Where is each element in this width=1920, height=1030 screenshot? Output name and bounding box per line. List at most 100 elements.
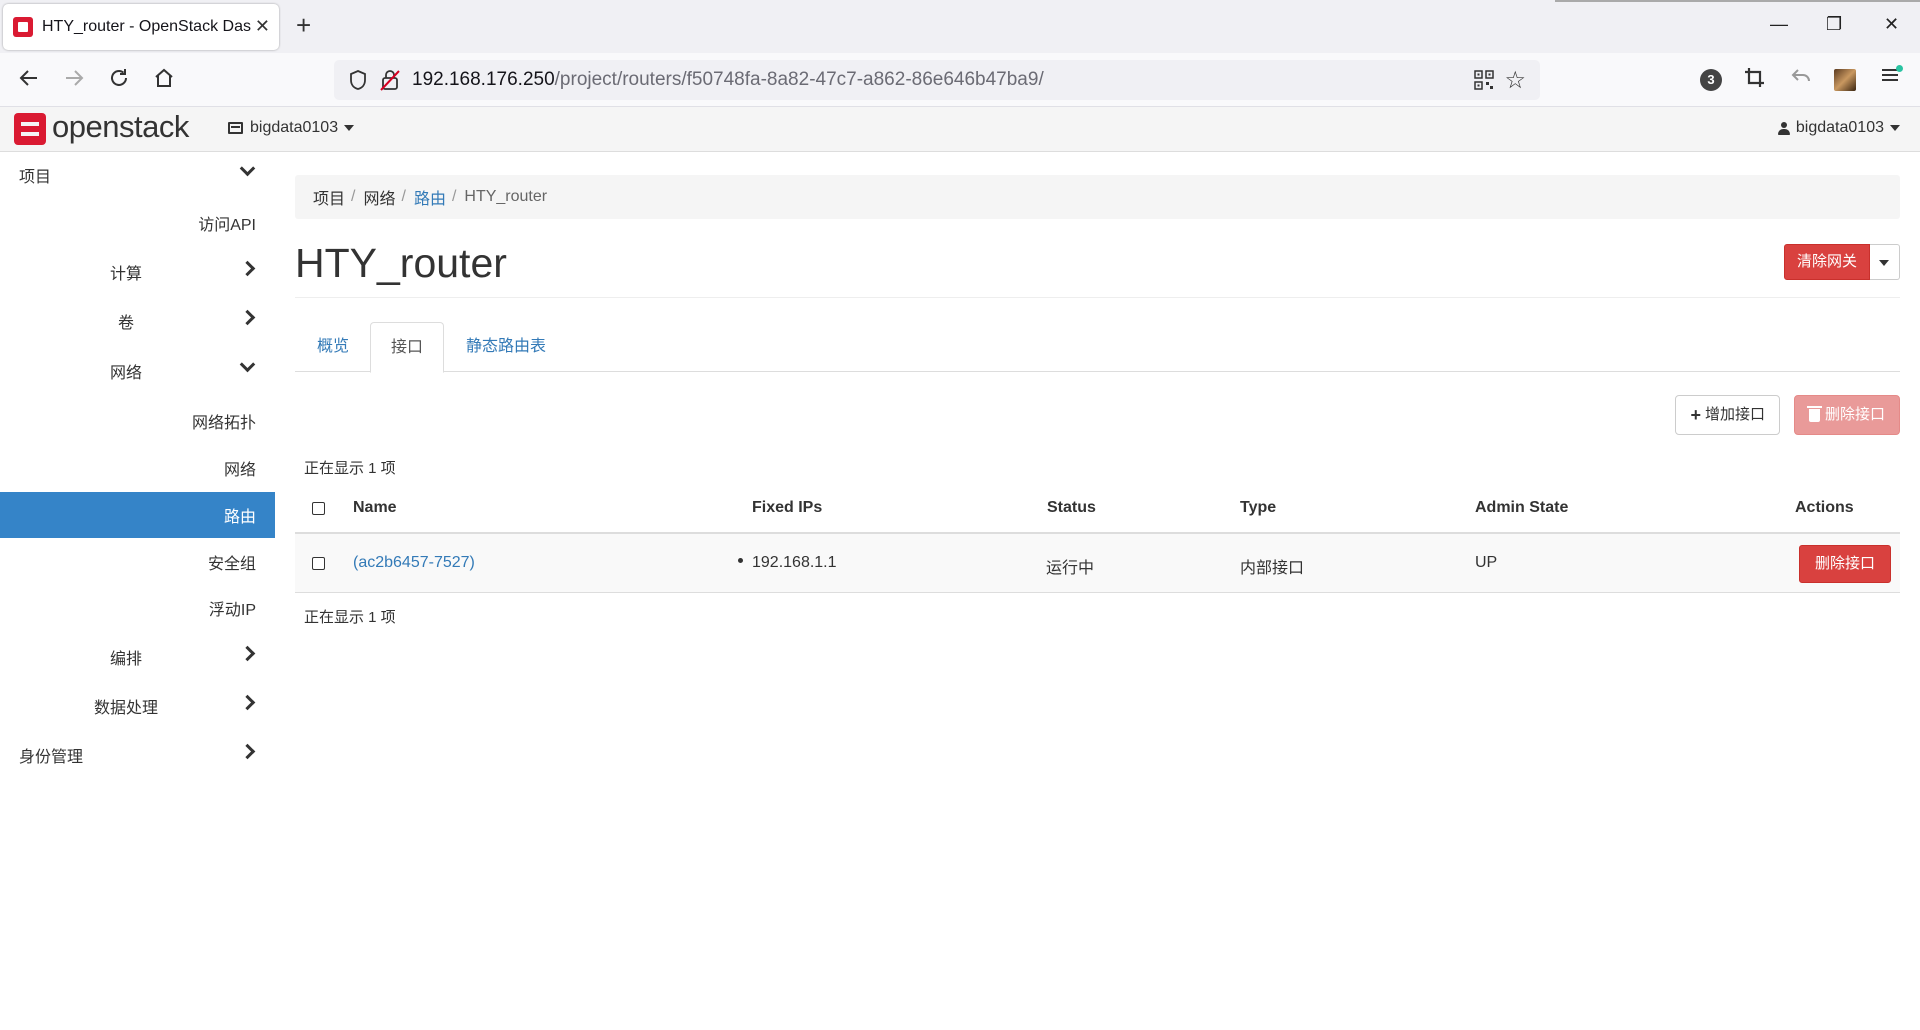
sidebar-item-orchestration[interactable]: 编排 bbox=[0, 634, 275, 680]
bookmark-star-icon[interactable]: ☆ bbox=[1504, 66, 1526, 95]
sidebar-item-label: 路由 bbox=[223, 509, 256, 526]
item-count-top: 正在显示 1 项 bbox=[304, 460, 396, 477]
forward-arrow-icon[interactable] bbox=[63, 67, 85, 94]
delete-interfaces-button[interactable]: 删除接口 bbox=[1793, 395, 1900, 435]
column-header-type[interactable]: Type bbox=[1240, 499, 1276, 517]
gateway-button-group: 清除网关 bbox=[1783, 244, 1900, 280]
close-tab-icon[interactable]: ✕ bbox=[255, 16, 270, 37]
plus-icon: + bbox=[1690, 405, 1701, 425]
table-row: (ac2b6457-7527) 192.168.1.1 运行中 内部接口 UP … bbox=[295, 534, 1900, 593]
router-tabs: 概览 接口 静态路由表 bbox=[295, 322, 1900, 373]
sidebar-item-label: 项目 bbox=[19, 169, 52, 186]
browser-nav-bar: 192.168.176.250/project/routers/f50748fa… bbox=[0, 53, 1920, 107]
select-all-checkbox[interactable] bbox=[312, 502, 325, 515]
window-accent-line bbox=[1555, 0, 1920, 2]
restore-icon[interactable]: ❐ bbox=[1826, 14, 1842, 35]
breadcrumb-separator: / bbox=[451, 188, 457, 205]
sidebar-item-network-topology[interactable]: 网络拓扑 bbox=[0, 398, 275, 444]
sidebar-item-api-access[interactable]: 访问API bbox=[0, 200, 275, 246]
trash-icon bbox=[1806, 405, 1822, 422]
column-header-fixed-ips[interactable]: Fixed IPs bbox=[752, 499, 822, 517]
breadcrumb-item-routers[interactable]: 路由 bbox=[414, 185, 446, 209]
breadcrumb: 项目 / 网络 / 路由 / HTY_router bbox=[295, 175, 1900, 219]
sidebar-item-label: 卷 bbox=[118, 315, 135, 332]
table-header: Name Fixed IPs Status Type Admin State A… bbox=[295, 484, 1900, 534]
openstack-favicon-icon bbox=[13, 17, 33, 37]
profile-avatar-icon[interactable] bbox=[1834, 69, 1856, 91]
browser-tab[interactable]: HTY_router - OpenStack Dashboard ✕ bbox=[3, 4, 279, 50]
sidebar-item-security-groups[interactable]: 安全组 bbox=[0, 539, 275, 585]
chevron-right-icon bbox=[239, 309, 256, 326]
url-host: 192.168.176.250 bbox=[412, 69, 555, 90]
project-name: bigdata0103 bbox=[250, 119, 339, 136]
delete-interface-row-button[interactable]: 删除接口 bbox=[1798, 545, 1891, 583]
column-header-actions: Actions bbox=[1795, 499, 1854, 516]
tab-overview[interactable]: 概览 bbox=[297, 322, 369, 373]
clear-gateway-button[interactable]: 清除网关 bbox=[1783, 244, 1870, 280]
add-interface-button[interactable]: + 增加接口 bbox=[1675, 395, 1780, 435]
admin-state-cell: UP bbox=[1475, 554, 1498, 571]
breadcrumb-item-current: HTY_router bbox=[464, 188, 548, 205]
extension-badge-icon[interactable]: 3 bbox=[1700, 69, 1722, 91]
sidebar-item-label: 安全组 bbox=[207, 556, 256, 573]
chevron-right-icon bbox=[239, 260, 256, 277]
fixed-ip-value: 192.168.1.1 bbox=[752, 554, 837, 571]
home-icon[interactable] bbox=[153, 67, 175, 94]
undo-arrow-icon[interactable] bbox=[1790, 65, 1812, 93]
reload-icon[interactable] bbox=[108, 67, 130, 94]
sidebar-item-identity[interactable]: 身份管理 bbox=[0, 732, 275, 778]
chevron-right-icon bbox=[239, 694, 256, 711]
project-switcher[interactable]: bigdata0103 bbox=[228, 119, 355, 137]
sidebar-item-networks[interactable]: 网络 bbox=[0, 445, 275, 491]
project-icon bbox=[228, 122, 243, 134]
insecure-lock-icon[interactable] bbox=[380, 69, 400, 91]
column-header-admin-state[interactable]: Admin State bbox=[1475, 499, 1568, 517]
user-name: bigdata0103 bbox=[1795, 119, 1884, 136]
row-checkbox[interactable] bbox=[312, 557, 325, 570]
url-path: /project/routers/f50748fa-8a82-47c7-a862… bbox=[554, 69, 1044, 90]
column-header-name[interactable]: Name bbox=[353, 499, 397, 517]
close-window-icon[interactable]: ✕ bbox=[1884, 14, 1899, 35]
chevron-down-icon bbox=[239, 160, 256, 177]
sidebar-item-label: 编排 bbox=[110, 651, 143, 668]
sidebar-item-data-processing[interactable]: 数据处理 bbox=[0, 683, 275, 729]
delete-interfaces-label: 删除接口 bbox=[1824, 406, 1885, 423]
interface-name-link[interactable]: (ac2b6457-7527) bbox=[353, 554, 475, 572]
sidebar-item-project[interactable]: 项目 bbox=[0, 152, 275, 198]
sidebar-item-label: 身份管理 bbox=[19, 749, 84, 766]
more-actions-dropdown[interactable] bbox=[1870, 244, 1900, 280]
tracking-shield-icon[interactable] bbox=[348, 69, 368, 91]
crop-icon[interactable] bbox=[1744, 67, 1766, 95]
chevron-down-icon bbox=[239, 356, 256, 373]
sidebar-item-label: 网络 bbox=[223, 462, 256, 479]
back-arrow-icon[interactable] bbox=[18, 67, 40, 94]
type-cell: 内部接口 bbox=[1240, 560, 1305, 577]
chevron-down-icon bbox=[1879, 260, 1889, 266]
column-header-status[interactable]: Status bbox=[1047, 499, 1096, 517]
openstack-logo-icon[interactable] bbox=[14, 113, 46, 145]
sidebar-item-label: 网络拓扑 bbox=[191, 415, 256, 432]
openstack-logo-text[interactable]: openstack bbox=[52, 109, 189, 145]
sidebar-item-floating-ips[interactable]: 浮动IP bbox=[0, 585, 275, 631]
chevron-right-icon bbox=[239, 743, 256, 760]
sidebar-item-compute[interactable]: 计算 bbox=[0, 249, 275, 295]
minimize-icon[interactable]: — bbox=[1770, 14, 1788, 35]
chevron-down-icon bbox=[344, 125, 355, 131]
url-text[interactable]: 192.168.176.250/project/routers/f50748fa… bbox=[412, 69, 1044, 91]
tab-interfaces[interactable]: 接口 bbox=[370, 322, 445, 373]
user-menu[interactable]: bigdata0103 bbox=[1777, 119, 1900, 137]
qr-code-icon[interactable] bbox=[1474, 70, 1494, 90]
sidebar-item-label: 浮动IP bbox=[208, 602, 256, 619]
sidebar-item-volumes[interactable]: 卷 bbox=[0, 298, 275, 344]
address-bar[interactable]: 192.168.176.250/project/routers/f50748fa… bbox=[334, 60, 1540, 100]
new-tab-button[interactable]: + bbox=[296, 12, 311, 38]
sidebar-item-label: 网络 bbox=[110, 365, 143, 382]
sidebar-item-network-group[interactable]: 网络 bbox=[0, 348, 275, 394]
page-title: HTY_router bbox=[295, 240, 507, 286]
sidebar: 项目 访问API 计算 卷 网络 网络拓扑 网络 路由 安全组 浮动IP 编排 … bbox=[0, 152, 275, 1030]
fixed-ip-cell: 192.168.1.1 bbox=[738, 554, 837, 572]
breadcrumb-item-network: 网络 bbox=[363, 191, 396, 208]
sidebar-item-label: 数据处理 bbox=[94, 700, 159, 717]
sidebar-item-routers[interactable]: 路由 bbox=[0, 492, 275, 538]
tab-static-routes[interactable]: 静态路由表 bbox=[446, 322, 566, 373]
